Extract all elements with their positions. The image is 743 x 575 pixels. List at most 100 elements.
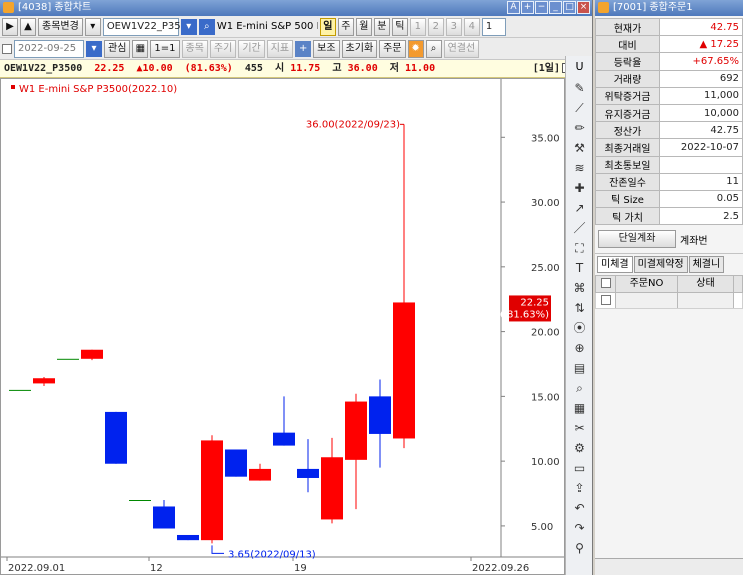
pin-icon[interactable]: A xyxy=(507,1,520,14)
indicator-button[interactable]: 지표 xyxy=(266,39,294,58)
order-button[interactable]: 주문 xyxy=(379,39,406,58)
symbol-dropdown-icon[interactable]: ▾ xyxy=(180,18,197,35)
split-icon[interactable]: ⇅ xyxy=(566,298,592,318)
grid-icon[interactable]: ▦ xyxy=(132,39,149,58)
quote-value: 11 xyxy=(659,172,743,191)
change-symbol-button[interactable]: 종목변경 xyxy=(38,17,83,36)
quote-info-table: 현재가 42.75 대비 ▲ 17.25 등락율 +67.65% 거래량 692 위탁증거금 11… xyxy=(595,17,743,226)
one-to-one-button[interactable]: 1=1 xyxy=(150,39,180,58)
search-icon[interactable]: ⌕ xyxy=(198,18,215,35)
order-grid-header: 주문NO 상태 xyxy=(595,275,743,294)
single-account-button[interactable]: 단일계좌 xyxy=(598,230,676,249)
tool2-icon[interactable]: ⚙ xyxy=(566,438,592,458)
dropdown-icon[interactable]: ▾ xyxy=(84,17,101,36)
magnifier-icon[interactable]: ⚲ xyxy=(566,538,592,558)
order-scrollbar[interactable] xyxy=(595,558,743,575)
period-monthly-button[interactable]: 월 xyxy=(355,17,372,36)
chart-svg[interactable]: 35.00 30.00 25.00 20.00 15.00 10.00 5.00 2022.0… xyxy=(1,79,564,574)
quote-label: 위탁증거금 xyxy=(595,86,660,105)
tab-open-interest[interactable]: 미결제약정 xyxy=(633,256,688,274)
line-icon[interactable]: ／ xyxy=(566,218,592,238)
item-button[interactable]: 종목 xyxy=(181,39,208,58)
quote-row: 최종거래일 2022-10-07 xyxy=(595,138,743,157)
magnify-icon[interactable]: ⌕ xyxy=(425,39,442,58)
col-status: 상태 xyxy=(678,276,734,293)
side-panel-toggle[interactable]: U xyxy=(565,56,592,78)
export-icon[interactable]: ⇪ xyxy=(566,478,592,498)
undo-icon[interactable]: ↶ xyxy=(566,498,592,518)
chart-icon[interactable]: ⛶ xyxy=(566,238,592,258)
quote-row: 정산가 42.75 xyxy=(595,121,743,140)
interest-button[interactable]: 관심 xyxy=(104,39,131,58)
window-icon[interactable]: ▭ xyxy=(566,458,592,478)
chart-window-titlebar[interactable]: [4038] 종합차트 A + − _ □ × xyxy=(0,0,592,16)
period-minute-button[interactable]: 분 xyxy=(373,17,390,36)
candle-body xyxy=(345,401,367,460)
calendar-icon[interactable]: ▤ xyxy=(566,358,592,378)
candle-body xyxy=(81,349,103,359)
connect-line-button[interactable]: 연결선 xyxy=(443,39,480,58)
maximize-icon[interactable]: □ xyxy=(563,1,576,14)
chart-toolbar-1: ▶ ▲ 종목변경 ▾ OEW1V22_P3500 ▾ ⌕ W1 E-mini S… xyxy=(0,16,592,38)
date-checkbox[interactable] xyxy=(2,43,12,54)
zoom-in-icon[interactable]: + xyxy=(521,1,534,14)
order-window-title: [7001] 종합주문1 xyxy=(613,2,693,13)
minimize-icon[interactable]: _ xyxy=(549,1,562,14)
select-all-checkbox[interactable] xyxy=(600,278,611,289)
account-label[interactable]: 계좌번 xyxy=(680,232,708,247)
info-open-label: 시 xyxy=(274,63,285,74)
tab-filled[interactable]: 체결니 xyxy=(688,256,725,274)
candlestick-chart[interactable]: 35.00 30.00 25.00 20.00 15.00 10.00 5.00 2022.0… xyxy=(0,78,565,575)
symbol-code-input[interactable]: OEW1V22_P3500 xyxy=(102,17,193,36)
text-icon[interactable]: T xyxy=(566,258,592,278)
arrow-icon[interactable]: ↗ xyxy=(566,198,592,218)
add-icon[interactable]: + xyxy=(295,40,312,57)
quote-label: 유지증거금 xyxy=(595,103,660,123)
pencil-icon[interactable]: ✏ xyxy=(566,118,592,138)
row-order-no xyxy=(616,293,678,309)
current-price-pct: ( 81.63%) xyxy=(500,309,549,320)
play-icon[interactable]: ▶ xyxy=(2,17,18,36)
tool-icon[interactable]: ✎ xyxy=(566,78,592,98)
count-1-button[interactable]: 1 xyxy=(409,17,426,36)
order-window-titlebar[interactable]: [7001] 종합주문1 xyxy=(595,0,743,16)
quote-label: 잔존일수 xyxy=(595,172,660,191)
count-input[interactable]: 1 xyxy=(481,17,506,36)
up-icon[interactable]: ▲ xyxy=(20,17,36,36)
count-2-button[interactable]: 2 xyxy=(427,17,444,36)
row-checkbox[interactable] xyxy=(600,295,611,306)
cycle-button[interactable]: 주기 xyxy=(209,39,237,58)
count-3-button[interactable]: 3 xyxy=(445,17,462,36)
zoom-icon[interactable]: ⊕ xyxy=(566,338,592,358)
x-tick-label: 19 xyxy=(294,563,307,574)
date-input[interactable]: 2022-09-25 xyxy=(14,39,84,58)
quote-row: 최초통보일 xyxy=(595,155,743,174)
trend-icon[interactable]: ⟋ xyxy=(566,98,592,118)
range-button[interactable]: 기간 xyxy=(238,39,265,58)
aux-button[interactable]: 보조 xyxy=(313,39,340,58)
count-4-button[interactable]: 4 xyxy=(463,17,480,36)
candle-body xyxy=(177,534,199,541)
reset-button[interactable]: 초기화 xyxy=(341,39,378,58)
tab-unfilled[interactable]: 미체결 xyxy=(597,256,633,274)
zoom-out-icon[interactable]: − xyxy=(535,1,548,14)
x-tick-label: 12 xyxy=(150,563,163,574)
cross-icon[interactable]: ✚ xyxy=(566,178,592,198)
quote-label: 정산가 xyxy=(595,121,660,140)
period-daily-button[interactable]: 일 xyxy=(319,17,336,36)
search-icon[interactable]: ⌕ xyxy=(566,378,592,398)
period-tick-button[interactable]: 틱 xyxy=(391,17,408,36)
date-dropdown-icon[interactable]: ▾ xyxy=(86,40,102,57)
candle-body xyxy=(393,302,415,439)
quote-value: 692 xyxy=(659,69,743,88)
grid-icon[interactable]: ▦ xyxy=(566,398,592,418)
settings-icon[interactable]: ✹ xyxy=(407,39,424,58)
redo-icon[interactable]: ↷ xyxy=(566,518,592,538)
wrench-icon[interactable]: ⚒ xyxy=(566,138,592,158)
cut-icon[interactable]: ✂ xyxy=(566,418,592,438)
period-weekly-button[interactable]: 주 xyxy=(337,17,354,36)
fib-icon[interactable]: ≋ xyxy=(566,158,592,178)
magnet-icon[interactable]: ⦿ xyxy=(566,318,592,338)
close-icon[interactable]: × xyxy=(577,1,590,14)
pattern-icon[interactable]: ⌘ xyxy=(566,278,592,298)
